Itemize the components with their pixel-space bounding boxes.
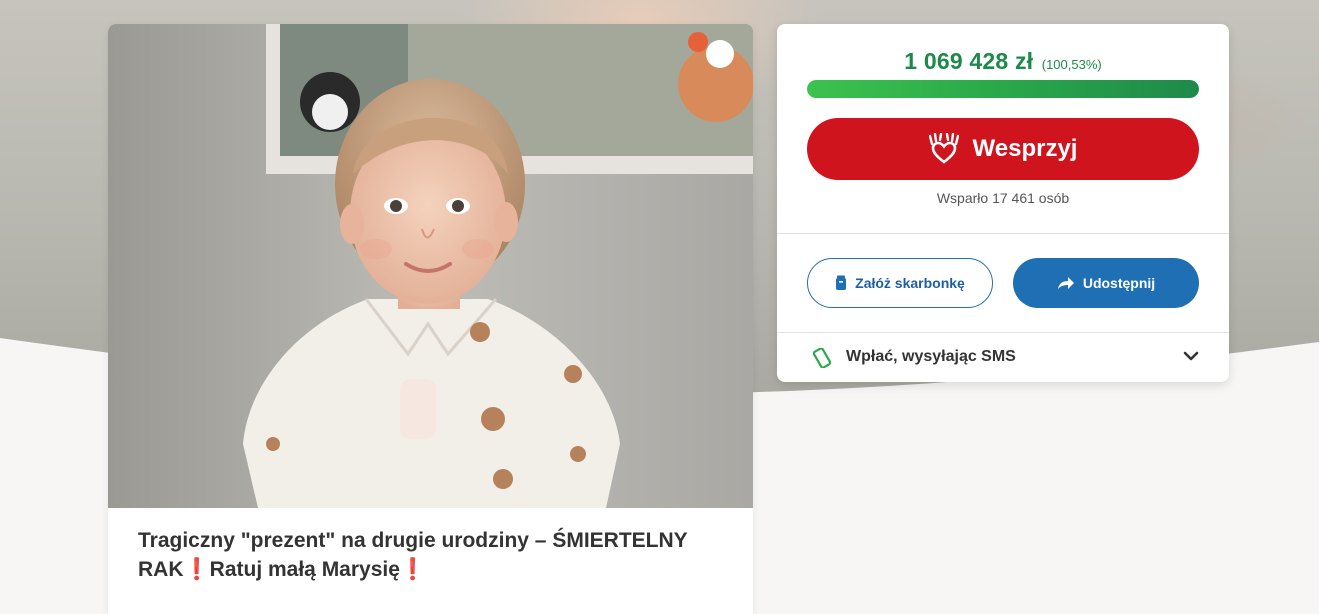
sms-donation-toggle[interactable]: Wpłać, wysyłając SMS	[777, 333, 1229, 382]
support-button-label: Wesprzyj	[972, 135, 1078, 162]
exclamation-emoji: ❗	[183, 558, 210, 581]
sms-donation-label: Wpłać, wysyłając SMS	[846, 348, 1016, 365]
donation-panel: 1 069 428 zł (100,53%) Wesprzyj Wsparło …	[777, 24, 1229, 382]
supporters-count: Wsparło 17 461 osób	[936, 190, 1070, 206]
progress-bar	[807, 80, 1199, 98]
hands-heart-icon	[928, 133, 959, 164]
divider	[777, 233, 1229, 234]
amount-row: 1 069 428 zł (100,53%)	[777, 48, 1229, 75]
phone-icon	[813, 348, 831, 368]
share-button-label: Udostępnij	[1082, 275, 1156, 291]
create-piggybank-button[interactable]: Załóż skarbonkę	[807, 258, 993, 308]
child-photo[interactable]	[108, 24, 753, 508]
support-button[interactable]: Wesprzyj	[807, 118, 1199, 180]
chevron-down-icon	[1183, 351, 1199, 361]
title-text-part2: Ratuj małą Marysię	[209, 558, 400, 581]
piggy-jar-icon	[836, 275, 847, 290]
campaign-title: Tragiczny "prezent" na drugie urodziny –…	[138, 526, 718, 584]
share-button[interactable]: Udostępnij	[1013, 258, 1199, 308]
create-piggybank-label: Załóż skarbonkę	[855, 275, 965, 291]
campaign-card: Tragiczny "prezent" na drugie urodziny –…	[108, 24, 753, 614]
raised-amount: 1 069 428 zł	[904, 48, 1034, 74]
share-arrow-icon	[1057, 277, 1074, 289]
raised-percent: (100,53%)	[1041, 57, 1102, 72]
progress-fill	[807, 80, 1199, 98]
exclamation-emoji: ❗	[399, 558, 427, 581]
